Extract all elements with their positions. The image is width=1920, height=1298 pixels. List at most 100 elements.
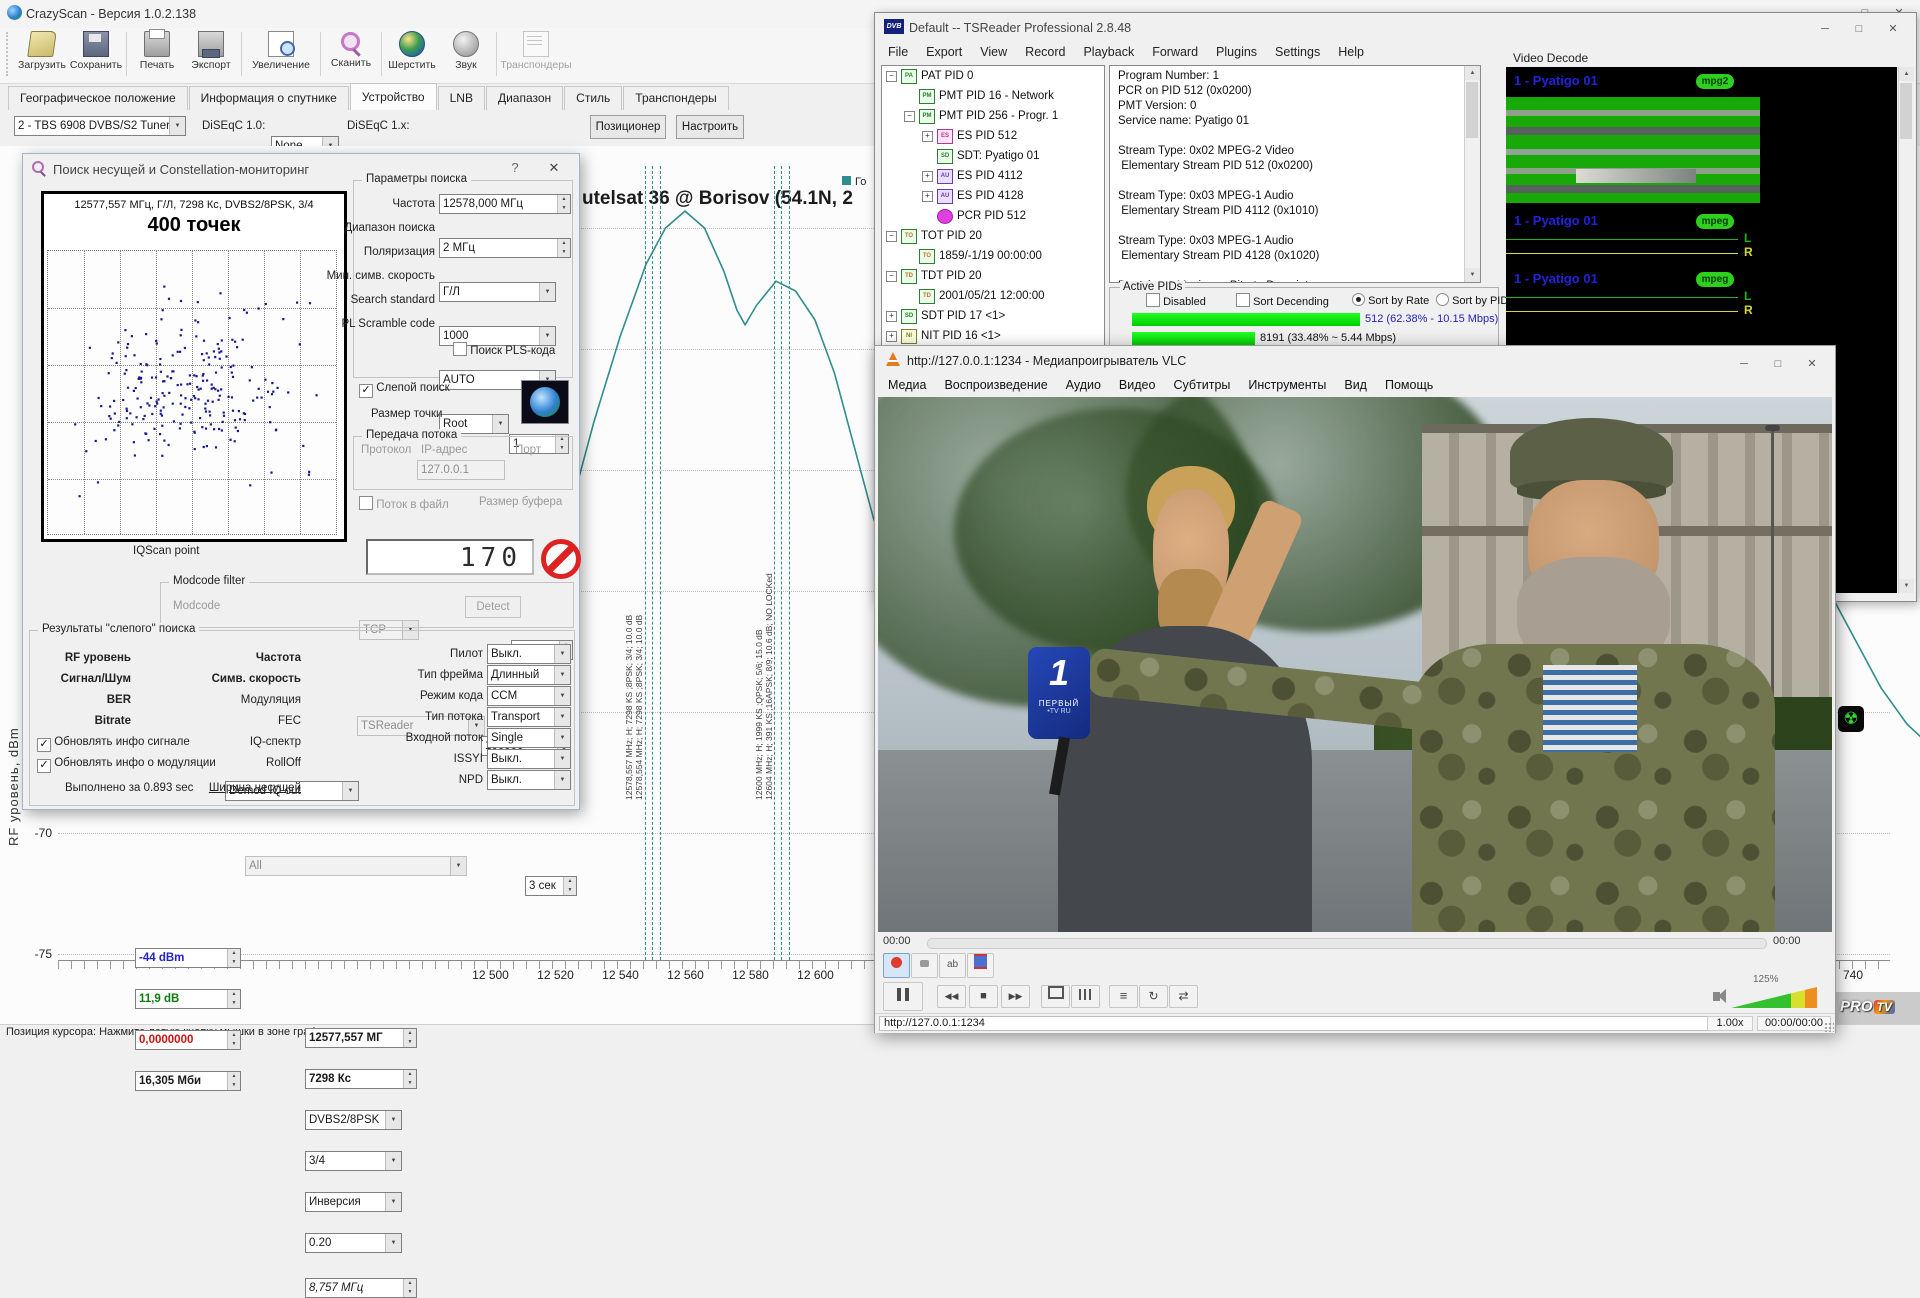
menu-item[interactable]: Settings xyxy=(1266,45,1329,59)
update-signal-checkbox[interactable]: ✓ Обновлять инфо сигнале xyxy=(37,736,190,752)
carrier-width-field[interactable]: 8,757 МГц▲▼ xyxy=(305,1278,417,1298)
chevron-down-icon[interactable]: ▼ xyxy=(169,117,185,135)
chevron-down-icon[interactable]: ▼ xyxy=(554,729,570,747)
export-button[interactable]: Экспорт xyxy=(184,28,238,71)
result-row-select[interactable]: CCM▼ xyxy=(487,686,571,706)
maximize-icon[interactable]: □ xyxy=(1842,23,1876,35)
chevron-down-icon[interactable]: ▼ xyxy=(554,645,570,663)
video-frame[interactable]: 1 ПЕРВЫЙ •TV RU xyxy=(878,397,1832,932)
spin-up-icon[interactable]: ▲ xyxy=(403,1029,416,1038)
rolloff-select[interactable]: 0.20▼ xyxy=(305,1233,402,1253)
spin-down-icon[interactable]: ▼ xyxy=(227,958,240,967)
service-name[interactable]: 1 - Pyatigo 01 xyxy=(1514,73,1598,88)
spin-up-icon[interactable]: ▲ xyxy=(227,1072,240,1081)
positioner-button[interactable]: Позиционер xyxy=(590,115,666,139)
rf-level-field[interactable]: -44 dBm▲▼ xyxy=(135,948,241,968)
spin-up-icon[interactable]: ▲ xyxy=(403,1070,416,1079)
resize-grip[interactable] xyxy=(1824,1022,1834,1032)
menu-item[interactable]: Forward xyxy=(1143,45,1207,59)
tab-geo[interactable]: Географическое положение xyxy=(8,86,188,110)
chevron-down-icon[interactable]: ▼ xyxy=(554,750,570,768)
detect-interval-stepper[interactable]: 3 сек▲▼ xyxy=(525,876,577,896)
result-row-select[interactable]: Выкл.▼ xyxy=(487,644,571,664)
tree-expander[interactable]: − xyxy=(886,231,897,242)
chevron-down-icon[interactable]: ▼ xyxy=(554,771,570,789)
to-file-checkbox[interactable]: Поток в файл xyxy=(359,496,449,511)
sort-descending-checkbox[interactable]: Sort Decending xyxy=(1236,293,1329,308)
tree-item[interactable]: − TO TOT PID 20 xyxy=(882,226,1104,246)
video-decode-scrollbar[interactable]: ▲ ▼ xyxy=(1898,67,1914,593)
checkbox-icon[interactable] xyxy=(1146,293,1160,307)
chevron-down-icon[interactable]: ▼ xyxy=(554,666,570,684)
spin-down-icon[interactable]: ▼ xyxy=(557,204,570,213)
seek-bar[interactable] xyxy=(927,938,1767,949)
load-button[interactable]: Загрузить xyxy=(15,28,69,71)
previous-button[interactable]: ◀◀ xyxy=(937,985,966,1008)
spinner-arrows[interactable]: ▲▼ xyxy=(227,1031,240,1049)
zoom-button[interactable]: Увеличение xyxy=(245,28,317,71)
spinner-arrows[interactable]: ▲▼ xyxy=(403,1029,416,1047)
tree-item[interactable]: + SD SDT PID 17 <1> xyxy=(882,306,1104,326)
tree-item[interactable]: TO 1859/-1/19 00:00:00 xyxy=(882,246,1104,266)
result-row-select[interactable]: Transport▼ xyxy=(487,707,571,727)
sound-button[interactable]: Звук xyxy=(439,28,493,71)
disabled-checkbox[interactable]: Disabled xyxy=(1146,293,1206,308)
update-mod-checkbox[interactable]: ✓ Обновлять инфо о модуляции xyxy=(37,757,216,773)
spinner-arrows[interactable]: ▲▼ xyxy=(227,949,240,967)
next-button[interactable]: ▶▶ xyxy=(1001,985,1030,1008)
tab-device[interactable]: Устройство xyxy=(350,83,437,110)
spinner-arrows[interactable]: ▲▼ xyxy=(227,1072,240,1090)
tree-item[interactable]: − TD TDT PID 20 xyxy=(882,266,1104,286)
spin-up-icon[interactable]: ▲ xyxy=(557,195,570,204)
checkbox-icon[interactable]: ✓ xyxy=(359,384,373,398)
tree-item[interactable]: + AU ES PID 4112 xyxy=(882,166,1104,186)
menu-item[interactable]: Playback xyxy=(1074,45,1143,59)
result-row-select[interactable]: Выкл.▼ xyxy=(487,770,571,790)
tree-item[interactable]: + AU ES PID 4128 xyxy=(882,186,1104,206)
tab-lnb[interactable]: LNB xyxy=(438,86,485,110)
stop-button[interactable]: ■ xyxy=(969,985,998,1008)
tree-expander[interactable]: + xyxy=(922,131,933,142)
tab-satellite-info[interactable]: Информация о спутнике xyxy=(189,86,349,110)
minimize-icon[interactable]: ─ xyxy=(1808,23,1842,35)
tree-expander[interactable]: + xyxy=(922,171,933,182)
radioactive-icon[interactable]: ☢ xyxy=(1838,706,1864,732)
volume-slider[interactable] xyxy=(1731,987,1817,1008)
menu-item[interactable]: Видео xyxy=(1110,378,1165,392)
checkbox-icon[interactable] xyxy=(359,496,373,510)
close-icon[interactable]: ✕ xyxy=(1876,22,1910,35)
minimize-icon[interactable]: ─ xyxy=(1727,358,1761,370)
scroll-thumb[interactable] xyxy=(1466,82,1478,138)
spin-down-icon[interactable]: ▼ xyxy=(403,1038,416,1047)
playback-speed[interactable]: 1.00x xyxy=(1707,1016,1753,1031)
playlist-button[interactable]: ≡ xyxy=(1109,985,1138,1008)
result-sr-field[interactable]: 7298 Кс▲▼ xyxy=(305,1069,417,1089)
tree-expander[interactable]: − xyxy=(886,71,897,82)
menu-item[interactable]: View xyxy=(971,45,1016,59)
tree-item[interactable]: TD 2001/05/21 12:00:00 xyxy=(882,286,1104,306)
stop-sign-icon[interactable] xyxy=(541,539,581,579)
spinner-arrows[interactable]: ▲▼ xyxy=(403,1279,416,1297)
menu-item[interactable]: Медиа xyxy=(879,378,935,392)
tree-item[interactable]: − PM PMT PID 256 - Progr. 1 xyxy=(882,106,1104,126)
menu-item[interactable]: Plugins xyxy=(1207,45,1266,59)
chevron-down-icon[interactable]: ▼ xyxy=(554,687,570,705)
menu-item[interactable]: Помощь xyxy=(1376,378,1442,392)
spin-up-icon[interactable]: ▲ xyxy=(563,877,576,886)
iq-spectrum-select[interactable]: Инверсия▼ xyxy=(305,1192,402,1212)
video-thumbnail[interactable] xyxy=(1506,97,1760,203)
menu-item[interactable]: Аудио xyxy=(1057,378,1110,392)
snr-field[interactable]: 11,9 dB▲▼ xyxy=(135,989,241,1009)
spinner-arrows[interactable]: ▲▼ xyxy=(563,877,576,895)
record-button[interactable] xyxy=(883,953,910,978)
menu-item[interactable]: Help xyxy=(1329,45,1373,59)
pause-button[interactable] xyxy=(883,982,923,1011)
spinner-arrows[interactable]: ▲▼ xyxy=(403,1070,416,1088)
scroll-up-icon[interactable]: ▲ xyxy=(1899,67,1914,81)
scroll-down-icon[interactable]: ▼ xyxy=(1465,268,1480,282)
tuner-select[interactable]: 2 - TBS 6908 DVBS/S2 Tuner 0▼ xyxy=(14,116,186,136)
tree-item[interactable]: + NI NIT PID 16 <1> xyxy=(882,326,1104,346)
chevron-down-icon[interactable]: ▼ xyxy=(385,1111,401,1129)
polar-select[interactable]: Г/Л▼ xyxy=(439,282,556,302)
checkbox-icon[interactable] xyxy=(453,342,467,356)
